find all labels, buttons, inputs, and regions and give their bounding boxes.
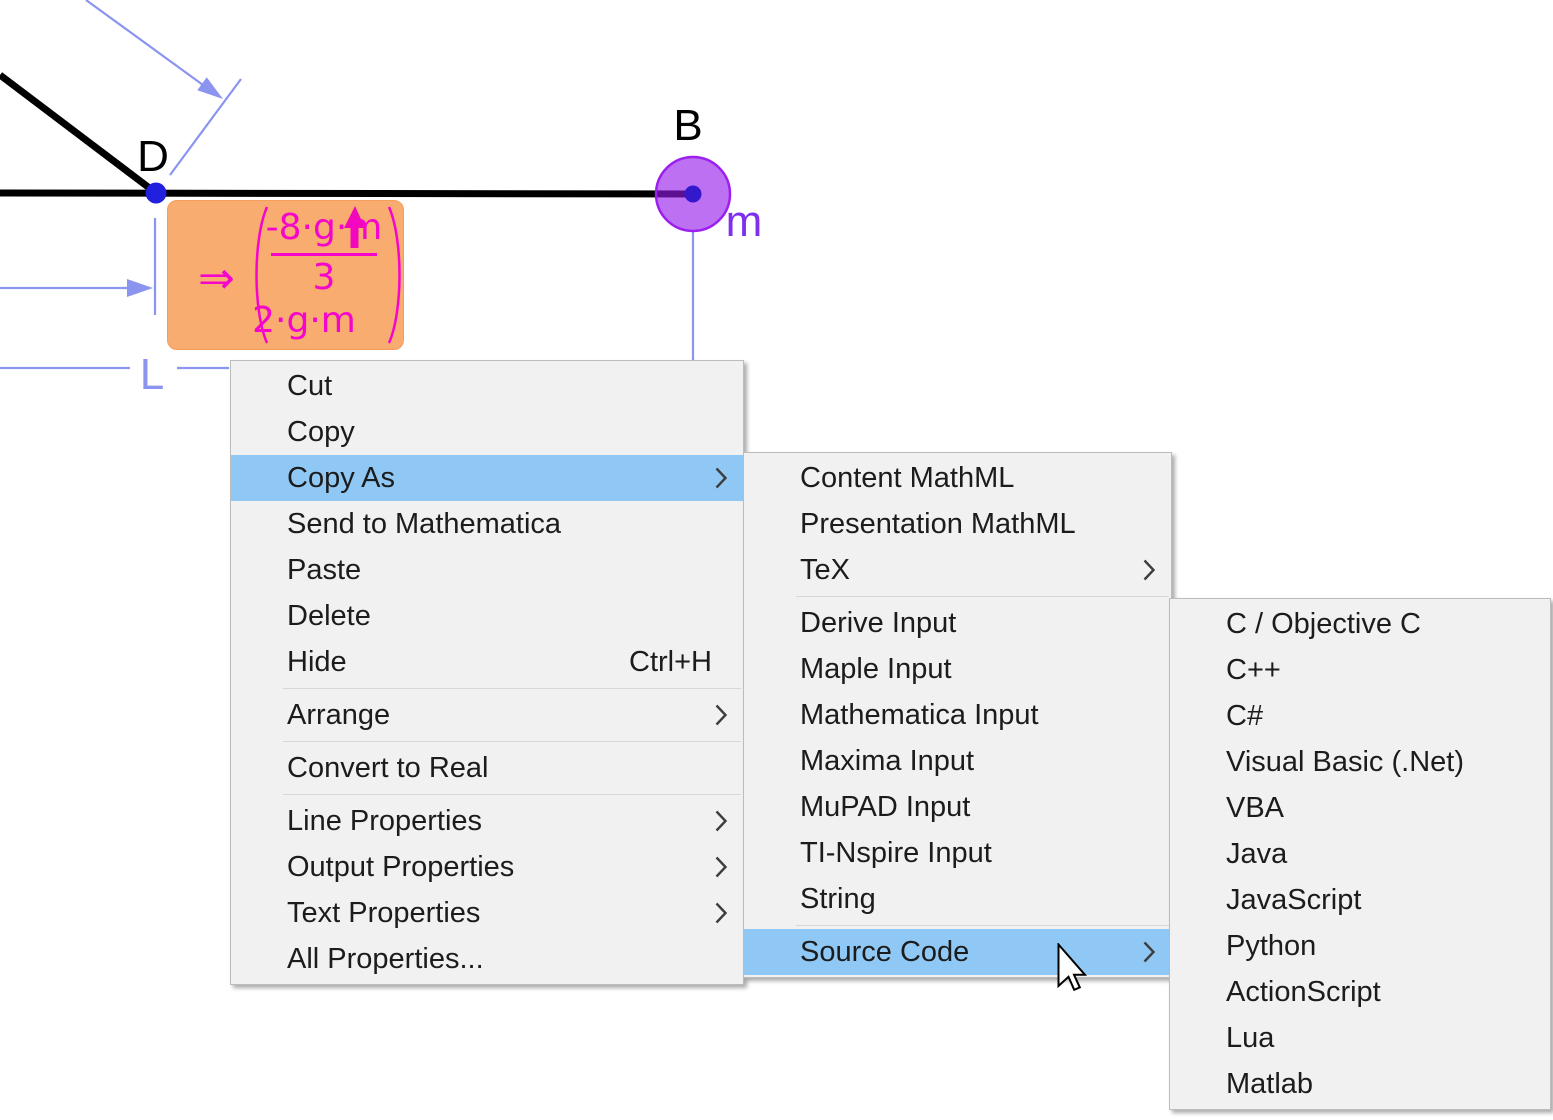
menu-item-convert-to-real[interactable]: Convert to Real xyxy=(231,745,743,791)
menu-item-text-properties[interactable]: Text Properties xyxy=(231,890,743,936)
menu-separator xyxy=(283,741,741,742)
menu-item-source-code[interactable]: Source Code xyxy=(744,929,1171,975)
menu-item-visual-basic-net[interactable]: Visual Basic (.Net) xyxy=(1170,739,1550,785)
mouse-cursor-icon xyxy=(1057,943,1087,993)
menu-item-cut[interactable]: Cut xyxy=(231,363,743,409)
menu-item-python[interactable]: Python xyxy=(1170,923,1550,969)
menu-item-c[interactable]: C++ xyxy=(1170,647,1550,693)
submenu-chevron-icon xyxy=(715,856,728,878)
submenu-chevron-icon xyxy=(715,810,728,832)
length-label: L xyxy=(140,350,164,399)
submenu-chevron-icon xyxy=(715,704,728,726)
menu-item-copy[interactable]: Copy xyxy=(231,409,743,455)
submenu-chevron-icon xyxy=(1143,559,1156,581)
menu-separator xyxy=(796,596,1169,597)
diagonal-beam[interactable] xyxy=(0,75,156,193)
menu-item-copy-as[interactable]: Copy As xyxy=(231,455,743,501)
menu-item-presentation-mathml[interactable]: Presentation MathML xyxy=(744,501,1171,547)
menu-item-actionscript[interactable]: ActionScript xyxy=(1170,969,1550,1015)
menu-item-lua[interactable]: Lua xyxy=(1170,1015,1550,1061)
context-menu: Cut Copy Copy As Send to Mathematica Pas… xyxy=(230,360,744,985)
menu-item-all-properties[interactable]: All Properties... xyxy=(231,936,743,982)
submenu-chevron-icon xyxy=(715,467,728,489)
menu-item-delete[interactable]: Delete xyxy=(231,593,743,639)
point-b-label: B xyxy=(673,101,702,150)
menu-item-hide[interactable]: Hide Ctrl+H xyxy=(231,639,743,685)
menu-item-c[interactable]: C# xyxy=(1170,693,1550,739)
menu-item-ti-nspire-input[interactable]: TI-Nspire Input xyxy=(744,830,1171,876)
submenu-chevron-icon xyxy=(1143,941,1156,963)
menu-item-arrange[interactable]: Arrange xyxy=(231,692,743,738)
menu-item-send-to-mathematica[interactable]: Send to Mathematica xyxy=(231,501,743,547)
implies-symbol: ⇒ xyxy=(198,257,235,301)
menu-item-c-objective-c[interactable]: C / Objective C xyxy=(1170,601,1550,647)
menu-item-maxima-input[interactable]: Maxima Input xyxy=(744,738,1171,784)
menu-separator xyxy=(283,794,741,795)
menu-item-content-mathml[interactable]: Content MathML xyxy=(744,455,1171,501)
point-d-label: D xyxy=(137,132,169,181)
menu-item-output-properties[interactable]: Output Properties xyxy=(231,844,743,890)
menu-item-paste[interactable]: Paste xyxy=(231,547,743,593)
source-code-submenu: C / Objective C C++ C# Visual Basic (.Ne… xyxy=(1169,598,1551,1110)
joint-dot-d[interactable] xyxy=(146,183,167,204)
menu-item-mupad-input[interactable]: MuPAD Input xyxy=(744,784,1171,830)
menu-item-mathematica-input[interactable]: Mathematica Input xyxy=(744,692,1171,738)
shortcut-label: Ctrl+H xyxy=(629,639,712,685)
selected-result-box[interactable]: ⇒ -8·g·m 3 2·g·m xyxy=(167,200,404,350)
mass-label: m xyxy=(726,197,763,246)
pulley-axle-dot xyxy=(685,186,702,203)
fraction-numerator: -8·g·m xyxy=(256,209,392,247)
menu-item-java[interactable]: Java xyxy=(1170,831,1550,877)
submenu-chevron-icon xyxy=(715,902,728,924)
menu-item-derive-input[interactable]: Derive Input xyxy=(744,600,1171,646)
menu-item-javascript[interactable]: JavaScript xyxy=(1170,877,1550,923)
horizontal-beam[interactable] xyxy=(0,193,693,194)
menu-separator xyxy=(283,688,741,689)
menu-item-maple-input[interactable]: Maple Input xyxy=(744,646,1171,692)
fraction-bar xyxy=(271,253,377,256)
menu-item-line-properties[interactable]: Line Properties xyxy=(231,798,743,844)
menu-item-matlab[interactable]: Matlab xyxy=(1170,1061,1550,1107)
menu-item-vba[interactable]: VBA xyxy=(1170,785,1550,831)
menu-separator xyxy=(796,925,1169,926)
copy-as-submenu: Content MathML Presentation MathML TeX D… xyxy=(743,452,1172,978)
horizontal-dimension-arrow xyxy=(0,218,155,315)
vector-second-component: 2·g·m xyxy=(244,302,364,340)
fraction-denominator: 3 xyxy=(256,259,392,297)
menu-item-string[interactable]: String xyxy=(744,876,1171,922)
menu-item-tex[interactable]: TeX xyxy=(744,547,1171,593)
